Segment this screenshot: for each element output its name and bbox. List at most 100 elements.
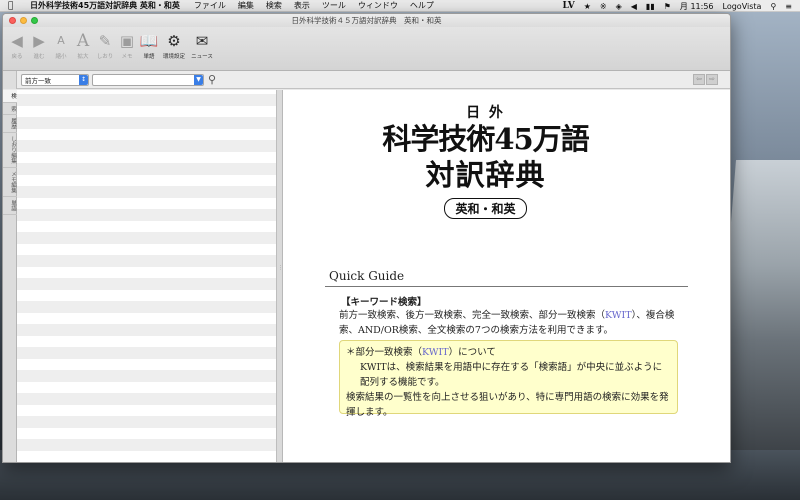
extension-icon[interactable]: ★ — [584, 2, 591, 11]
dictionary-logo: 日 外 科学技術45万語 対訳辞典 英和・和英 — [378, 102, 593, 219]
tab-memo-edit[interactable]: メモ編集 — [3, 168, 17, 197]
tab-search[interactable]: 検 — [3, 90, 17, 103]
list-item[interactable] — [17, 416, 276, 428]
menu-help[interactable]: ヘルプ — [410, 0, 434, 11]
word-book-button[interactable]: 📖 単語 — [139, 31, 159, 60]
search-bar: 前方一致 ↕ ▼ ⚲ ⇦ ⇨ — [3, 70, 730, 89]
list-item[interactable] — [17, 94, 276, 106]
list-item[interactable] — [17, 220, 276, 232]
list-item[interactable] — [17, 140, 276, 152]
list-item[interactable] — [17, 381, 276, 393]
tab-words[interactable]: 単語 — [3, 197, 17, 215]
list-item[interactable] — [17, 278, 276, 290]
menu-app-name[interactable]: 日外科学技術45万語対訳辞典 英和・和英 — [30, 0, 180, 11]
list-item[interactable] — [17, 186, 276, 198]
menu-search[interactable]: 検索 — [266, 0, 282, 11]
forward-button[interactable]: ▶ 進む — [29, 31, 49, 60]
tab-history[interactable]: 履歴 — [3, 115, 17, 133]
menu-window[interactable]: ウィンドウ — [358, 0, 398, 11]
history-nav: ⇦ ⇨ — [693, 74, 718, 85]
keyword-text-part1: 前方一致検索、後方一致検索、完全一致検索、部分一致検索（ — [339, 310, 606, 321]
list-item[interactable] — [17, 335, 276, 347]
window-title: 日外科学技術４５万語対訳辞典 英和・和英 — [291, 16, 442, 25]
list-item[interactable] — [17, 128, 276, 140]
list-item[interactable] — [17, 255, 276, 267]
list-item[interactable] — [17, 163, 276, 175]
font-smaller-icon: A — [57, 34, 65, 47]
note-kwit-link[interactable]: KWIT — [422, 347, 449, 358]
memo-button[interactable]: ▣ メモ — [117, 31, 137, 60]
desktop-wallpaper-mountain — [720, 160, 800, 460]
notification-center-icon[interactable]: ≡ — [785, 2, 792, 11]
list-item[interactable] — [17, 404, 276, 416]
menu-input-app[interactable]: LogoVista — [723, 2, 762, 11]
status-menus: LV ★ ※ ◈ ◀ ▮▮ ⚑ 月 11:56 LogoVista ⚲ ≡ — [562, 0, 792, 12]
forward-label: 進む — [33, 54, 45, 60]
logo-badge: 英和・和英 — [444, 198, 527, 219]
bookmark-button[interactable]: ✎ しおり — [95, 31, 115, 60]
list-item[interactable] — [17, 393, 276, 405]
back-label: 戻る — [11, 54, 23, 60]
list-item[interactable] — [17, 450, 276, 462]
list-item[interactable] — [17, 151, 276, 163]
list-item[interactable] — [17, 312, 276, 324]
tab-index[interactable]: 索 — [3, 103, 17, 115]
preferences-label: 環境設定 — [162, 54, 185, 60]
list-item[interactable] — [17, 439, 276, 451]
list-item[interactable] — [17, 232, 276, 244]
back-button[interactable]: ◀ 戻る — [7, 31, 27, 60]
menu-tools[interactable]: ツール — [322, 0, 346, 11]
list-item[interactable] — [17, 301, 276, 313]
logovista-status[interactable]: LV — [562, 1, 574, 11]
preferences-button[interactable]: ⚙ 環境設定 — [161, 31, 187, 60]
search-icon[interactable]: ⚲ — [208, 73, 216, 86]
nav-forward-arrow-icon[interactable]: ⇨ — [706, 74, 718, 85]
list-item[interactable] — [17, 266, 276, 278]
logo-publisher: 日 外 — [466, 105, 505, 121]
font-smaller-label: 縮小 — [55, 54, 67, 60]
list-item[interactable] — [17, 427, 276, 439]
list-item[interactable] — [17, 117, 276, 129]
list-item[interactable] — [17, 197, 276, 209]
tab-bookmark-edit[interactable]: しおり編集 — [3, 133, 17, 168]
wifi-icon[interactable]: ◈ — [616, 2, 622, 11]
select-updown-icon: ↕ — [79, 74, 88, 85]
result-list[interactable] — [17, 90, 277, 462]
nav-back-arrow-icon[interactable]: ⇦ — [693, 74, 705, 85]
title-bar[interactable]: 日外科学技術４５万語対訳辞典 英和・和英 — [3, 14, 730, 27]
list-item[interactable] — [17, 243, 276, 255]
forward-arrow-icon: ▶ — [33, 32, 45, 50]
list-item[interactable] — [17, 370, 276, 382]
menu-bar:  日外科学技術45万語対訳辞典 英和・和英 ファイル 編集 検索 表示 ツール… — [0, 0, 800, 12]
spotlight-search-icon[interactable]: ⚲ — [770, 2, 776, 11]
search-mode-select[interactable]: 前方一致 ↕ — [21, 73, 89, 86]
bluetooth-icon[interactable]: ※ — [600, 2, 607, 11]
word-book-icon: 📖 — [139, 32, 159, 50]
menu-clock[interactable]: 月 11:56 — [680, 1, 714, 12]
list-item[interactable] — [17, 174, 276, 186]
list-item[interactable] — [17, 289, 276, 301]
note-kwit-purpose: 検索結果の一覧性を向上させる狙いがあり、特に専門用語の検索に効果を発揮します。 — [346, 392, 669, 418]
menu-view[interactable]: 表示 — [294, 0, 310, 11]
list-item[interactable] — [17, 105, 276, 117]
input-source-flag-icon[interactable]: ⚑ — [664, 2, 671, 11]
font-larger-button[interactable]: A 拡大 — [73, 31, 93, 60]
font-smaller-button[interactable]: A 縮小 — [51, 31, 71, 60]
menu-file[interactable]: ファイル — [194, 0, 226, 11]
memo-icon: ▣ — [119, 32, 135, 50]
news-button[interactable]: ✉ ニュース — [189, 31, 215, 60]
gear-icon: ⚙ — [167, 32, 181, 50]
list-item[interactable] — [17, 209, 276, 221]
list-item[interactable] — [17, 347, 276, 359]
font-larger-icon: A — [76, 31, 90, 51]
search-input[interactable]: ▼ — [92, 73, 204, 86]
kwit-link[interactable]: KWIT — [605, 310, 632, 321]
battery-icon[interactable]: ▮▮ — [646, 2, 655, 11]
list-item[interactable] — [17, 324, 276, 336]
list-item[interactable] — [17, 358, 276, 370]
menu-edit[interactable]: 編集 — [238, 0, 254, 11]
chevron-down-icon[interactable]: ▼ — [194, 74, 203, 85]
apple-menu-icon[interactable]:  — [8, 1, 20, 11]
quick-guide-title: Quick Guide — [329, 269, 405, 283]
volume-icon[interactable]: ◀ — [631, 2, 637, 11]
